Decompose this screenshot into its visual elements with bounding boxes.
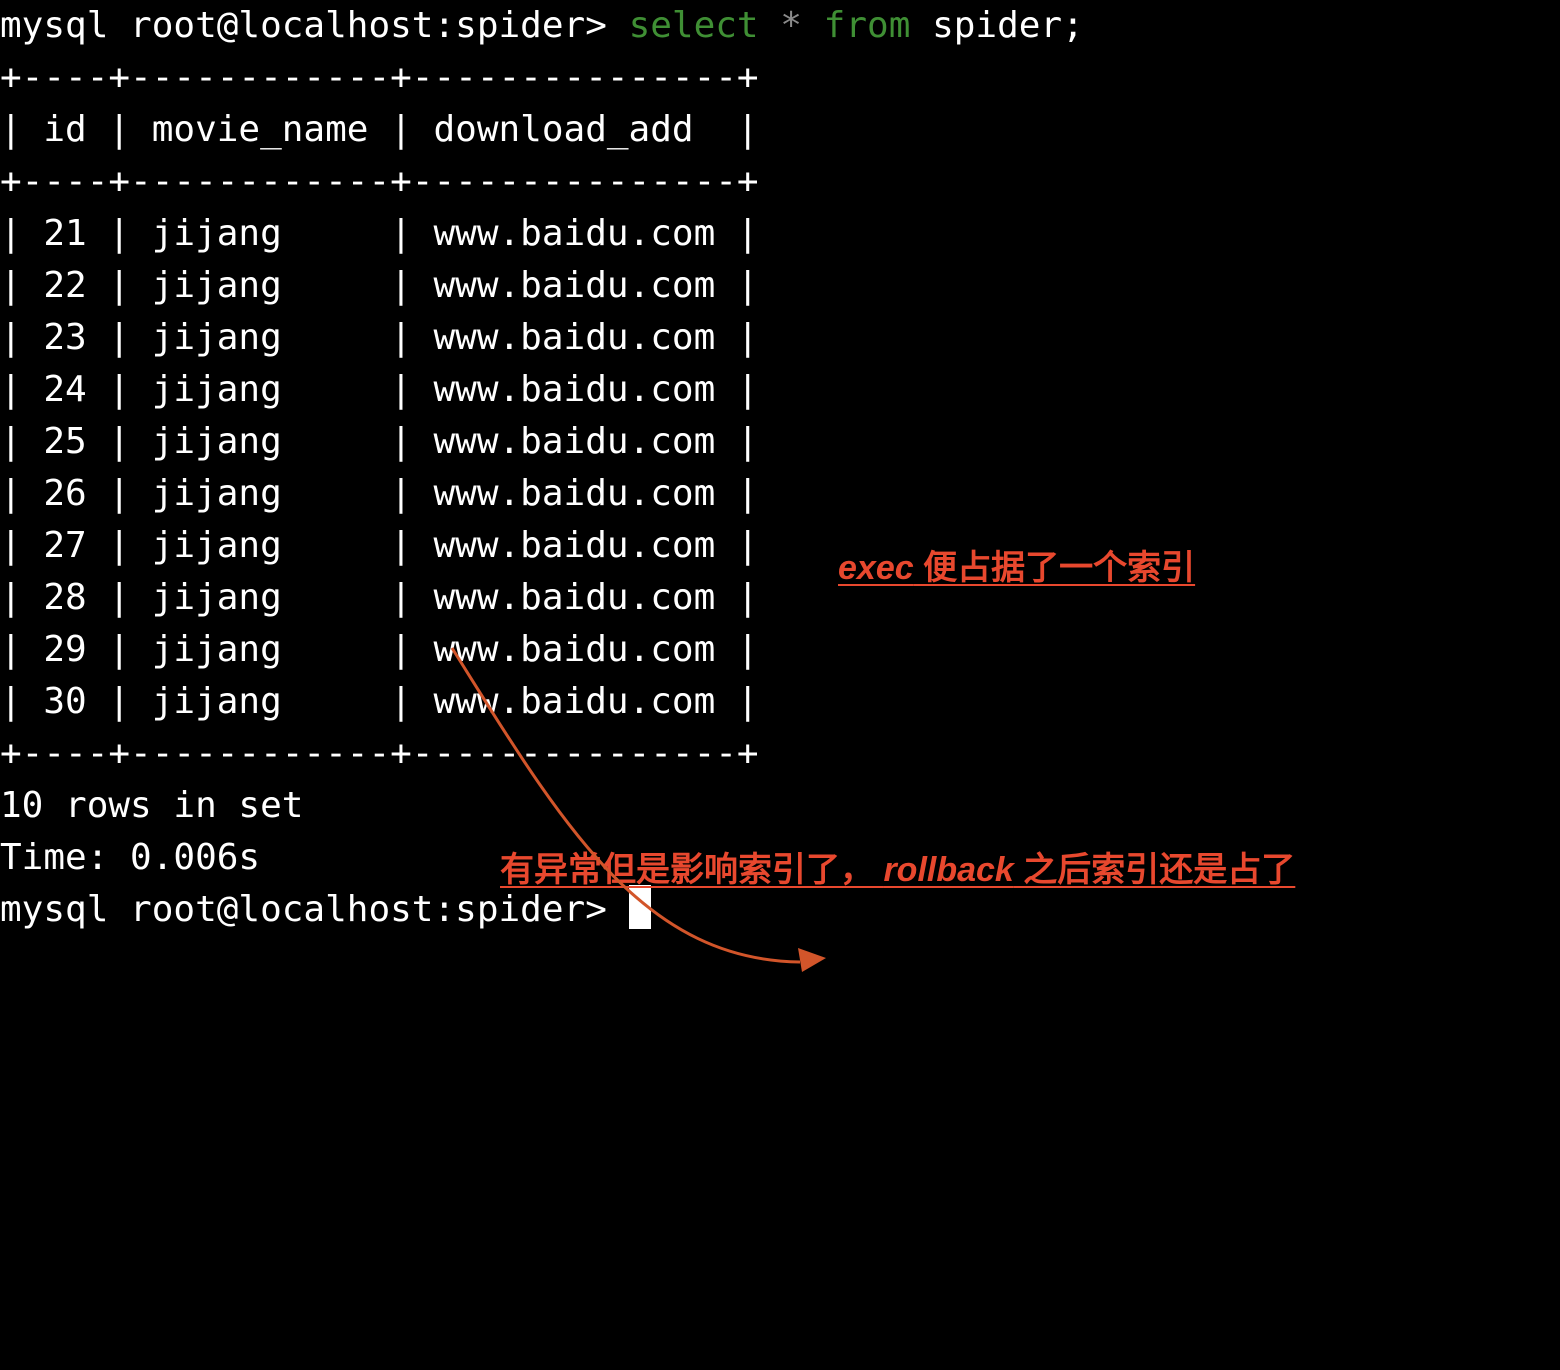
prompt-line[interactable]: mysql root@localhost:spider> xyxy=(0,884,651,936)
query-time: Time: 0.006s xyxy=(0,837,261,878)
annotation-rollback-text-b: 之后索引还是占了 xyxy=(1013,851,1296,889)
prompt: mysql root@localhost:spider> xyxy=(0,5,607,46)
table-row: | 28 | jijang | www.baidu.com | xyxy=(0,577,759,618)
arrow-head-icon xyxy=(798,948,826,972)
keyword-from: from xyxy=(823,5,911,46)
annotation-rollback-keyword: rollback xyxy=(883,851,1014,889)
annotation-rollback-text-a: 有异常但是影响索引了， xyxy=(500,851,874,889)
table-row: | 22 | jijang | www.baidu.com | xyxy=(0,265,759,306)
table-row: | 30 | jijang | www.baidu.com | xyxy=(0,681,759,722)
terminal-window[interactable]: mysql root@localhost:spider> select * fr… xyxy=(0,0,1560,1370)
table-header: | id | movie_name | download_add | xyxy=(0,109,759,150)
annotation-rollback-note: 有异常但是影响索引了， rollback 之后索引还是占了 xyxy=(500,850,1295,890)
prompt: mysql root@localhost:spider> xyxy=(0,889,607,930)
annotation-exec-text: 便占据了一个索引 xyxy=(913,549,1196,587)
table-row: | 21 | jijang | www.baidu.com | xyxy=(0,213,759,254)
table-border-top: +----+------------+---------------+ xyxy=(0,57,759,98)
table-row: | 23 | jijang | www.baidu.com | xyxy=(0,317,759,358)
table-row: | 29 | jijang | www.baidu.com | xyxy=(0,629,759,670)
annotation-exec-note: exec 便占据了一个索引 xyxy=(838,548,1195,588)
command-rest: spider; xyxy=(932,5,1084,46)
result-summary: 10 rows in set xyxy=(0,785,304,826)
table-border-bottom: +----+------------+---------------+ xyxy=(0,733,759,774)
command-line: mysql root@localhost:spider> select * fr… xyxy=(0,0,1084,52)
table-row: | 27 | jijang | www.baidu.com | xyxy=(0,525,759,566)
operator-star: * xyxy=(780,5,802,46)
annotation-exec-keyword: exec xyxy=(838,549,914,587)
table-row: | 26 | jijang | www.baidu.com | xyxy=(0,473,759,514)
table-row: | 24 | jijang | www.baidu.com | xyxy=(0,369,759,410)
keyword-select: select xyxy=(628,5,759,46)
table-border-header: +----+------------+---------------+ xyxy=(0,161,759,202)
table-row: | 25 | jijang | www.baidu.com | xyxy=(0,421,759,462)
text-cursor[interactable] xyxy=(628,885,651,929)
